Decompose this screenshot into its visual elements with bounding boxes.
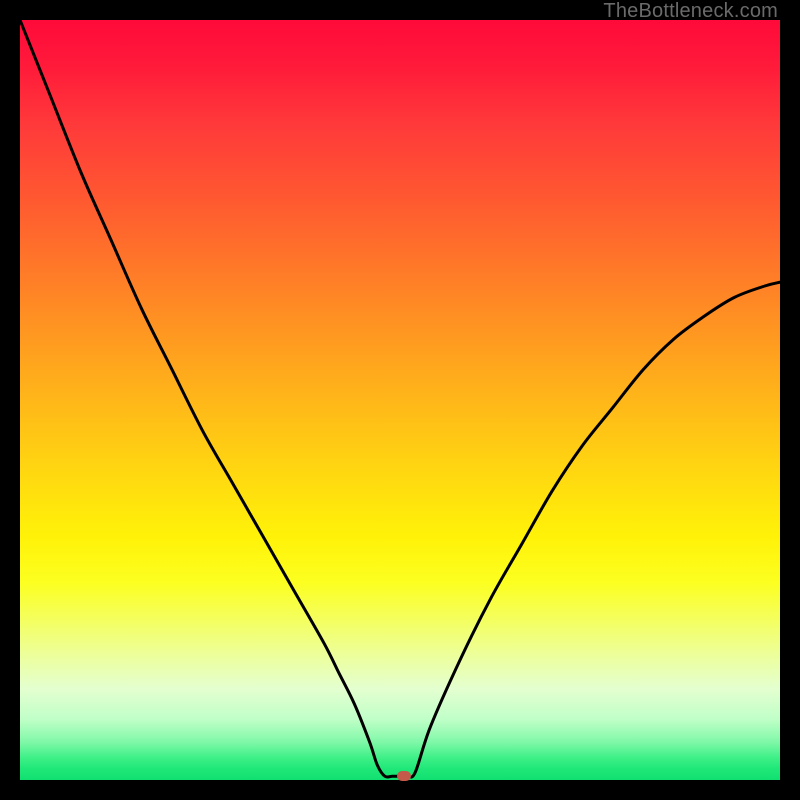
curve-path [20,20,780,777]
chart-frame: TheBottleneck.com [0,0,800,800]
plot-area [20,20,780,780]
watermark-text: TheBottleneck.com [603,0,778,23]
optimal-point-marker [397,771,411,781]
bottleneck-curve [20,20,780,780]
